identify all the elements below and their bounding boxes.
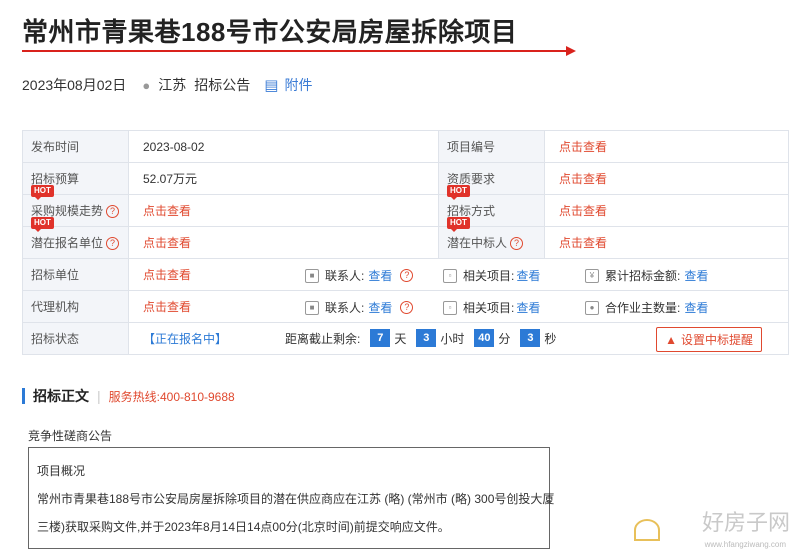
help-icon[interactable]: ?	[106, 237, 120, 251]
project-no-link[interactable]: 点击查看	[544, 130, 789, 163]
countdown-minutes: 40	[474, 329, 495, 347]
agent-contact: ■ 联系人: 查看 ?	[305, 299, 414, 316]
agent-label: 代理机构	[22, 290, 129, 323]
bidders-label-cell: HOT 潜在报名单位?	[22, 217, 129, 259]
watermark-url: www.hfangziwang.com	[704, 540, 786, 549]
agent-contact-link[interactable]: 查看	[368, 299, 392, 316]
scale-link[interactable]: 点击查看	[128, 194, 439, 227]
help-icon[interactable]: ?	[106, 205, 120, 219]
section-header: 招标正文 | 服务热线:400-810-9688	[22, 386, 235, 406]
project-no-label: 项目编号	[438, 130, 545, 163]
agent-related: ▫ 相关项目: 查看	[443, 299, 540, 316]
money-bag-icon: ¥	[585, 268, 599, 283]
method-label: 招标方式	[447, 204, 496, 218]
publish-value: 2023-08-02	[128, 130, 439, 163]
service-hotline: 服务热线:400-810-9688	[108, 389, 235, 404]
hot-badge: HOT	[31, 185, 54, 200]
set-reminder-button[interactable]: ▲ 设置中标提醒	[656, 327, 762, 352]
winner-link[interactable]: 点击查看	[544, 226, 789, 259]
agent-link[interactable]: 点击查看	[143, 300, 191, 314]
document-icon[interactable]: ▤	[264, 76, 278, 94]
help-icon[interactable]: ?	[400, 301, 414, 314]
unit-related-link[interactable]: 查看	[516, 267, 540, 284]
unit-row-cell: 点击查看 ■ 联系人: 查看 ? ▫ 相关项目: 查看 ¥ 累计招标金额: 查看	[128, 258, 789, 291]
status-label: 招标状态	[22, 322, 129, 355]
contact-card-icon: ■	[305, 268, 319, 283]
notice-type: 招标公告	[194, 77, 251, 93]
overview-title: 项目概况	[37, 464, 86, 478]
agent-coop-link[interactable]: 查看	[684, 299, 708, 316]
agent-coop: ● 合作业主数量: 查看	[585, 299, 708, 316]
countdown-seconds: 3	[520, 329, 541, 347]
overview-line-1: 常州市青果巷188号市公安局房屋拆除项目的潜在供应商应在江苏 (略) (常州市 …	[37, 492, 555, 506]
table-row: 招标状态 【正在报名中】 距离截止剩余: 7 天 3 小时 40 分 3 秒 ▲…	[22, 322, 789, 355]
overview-box: 项目概况 常州市青果巷188号市公安局房屋拆除项目的潜在供应商应在江苏 (略) …	[28, 447, 554, 549]
countdown-label: 距离截止剩余:	[285, 331, 361, 346]
method-link[interactable]: 点击查看	[544, 194, 789, 227]
watermark-text: 好房子网	[701, 511, 790, 536]
countdown-hours: 3	[416, 329, 437, 347]
project-info-table: 发布时间 2023-08-02 项目编号 点击查看 招标预算 52.07万元 资…	[22, 130, 789, 355]
table-row: 代理机构 点击查看 ■ 联系人: 查看 ? ▫ 相关项目: 查看 ● 合作业主数…	[22, 290, 789, 323]
table-row: HOT 采购规模走势? 点击查看 HOT 招标方式 点击查看	[22, 185, 789, 227]
contact-card-icon: ■	[305, 300, 319, 315]
table-row: 发布时间 2023-08-02 项目编号 点击查看	[22, 130, 789, 163]
watermark-logo-icon	[634, 519, 660, 541]
status-row-cell: 【正在报名中】 距离截止剩余: 7 天 3 小时 40 分 3 秒 ▲ 设置中标提…	[128, 322, 789, 355]
publish-date: 2023年08月02日	[22, 77, 127, 93]
unit-contact-link[interactable]: 查看	[368, 267, 392, 284]
budget-value: 52.07万元	[128, 162, 439, 195]
winner-label: 潜在中标人	[447, 236, 508, 250]
qualification-link[interactable]: 点击查看	[544, 162, 789, 195]
unit-link[interactable]: 点击查看	[143, 268, 191, 282]
table-row: HOT 潜在报名单位? 点击查看 HOT 潜在中标人? 点击查看	[22, 217, 789, 259]
unit-contact: ■ 联系人: 查看 ?	[305, 267, 414, 284]
table-row: 招标单位 点击查看 ■ 联系人: 查看 ? ▫ 相关项目: 查看 ¥ 累计招标金…	[22, 258, 789, 291]
unit-total-link[interactable]: 查看	[684, 267, 708, 284]
folder-icon: ▫	[443, 300, 457, 315]
location-text: 江苏	[158, 77, 187, 93]
help-icon[interactable]: ?	[510, 237, 524, 251]
bell-icon: ▲	[665, 333, 677, 347]
location-pin-icon: ●	[142, 77, 151, 93]
agent-row-cell: 点击查看 ■ 联系人: 查看 ? ▫ 相关项目: 查看 ● 合作业主数量: 查看	[128, 290, 789, 323]
hot-badge: HOT	[447, 185, 470, 200]
agent-related-link[interactable]: 查看	[516, 299, 540, 316]
section-accent-bar	[22, 388, 25, 404]
table-row: 招标预算 52.07万元 资质要求 点击查看	[22, 162, 789, 195]
section-title: 招标正文	[33, 388, 89, 404]
countdown-days: 7	[370, 329, 391, 347]
hot-badge: HOT	[447, 217, 470, 232]
winner-label-cell: HOT 潜在中标人?	[438, 217, 545, 259]
notice-subhead: 竞争性磋商公告	[28, 429, 113, 443]
title-arrow	[566, 46, 576, 56]
publish-label: 发布时间	[22, 130, 129, 163]
overview-line-2: 三楼)获取采购文件,并于2023年8月14日14点00分(北京时间)前提交响应文…	[37, 520, 450, 534]
users-icon: ●	[585, 300, 599, 315]
bidders-link[interactable]: 点击查看	[128, 226, 439, 259]
page-title: 常州市青果巷188号市公安局房屋拆除项目	[22, 17, 518, 47]
scale-label: 采购规模走势	[31, 204, 104, 218]
unit-related: ▫ 相关项目: 查看	[443, 267, 540, 284]
countdown: 距离截止剩余: 7 天 3 小时 40 分 3 秒	[285, 329, 556, 347]
unit-label: 招标单位	[22, 258, 129, 291]
attachment-link[interactable]: 附件	[284, 75, 312, 95]
folder-icon: ▫	[443, 268, 457, 283]
help-icon[interactable]: ?	[400, 269, 414, 282]
unit-total: ¥ 累计招标金额: 查看	[585, 267, 708, 284]
status-badge: 【正在报名中】	[143, 332, 228, 346]
bidders-label: 潜在报名单位	[31, 236, 104, 250]
title-underline	[22, 50, 570, 52]
meta-row: 2023年08月02日 ● 江苏 招标公告 ▤ 附件	[22, 75, 312, 95]
hot-badge: HOT	[31, 217, 54, 232]
